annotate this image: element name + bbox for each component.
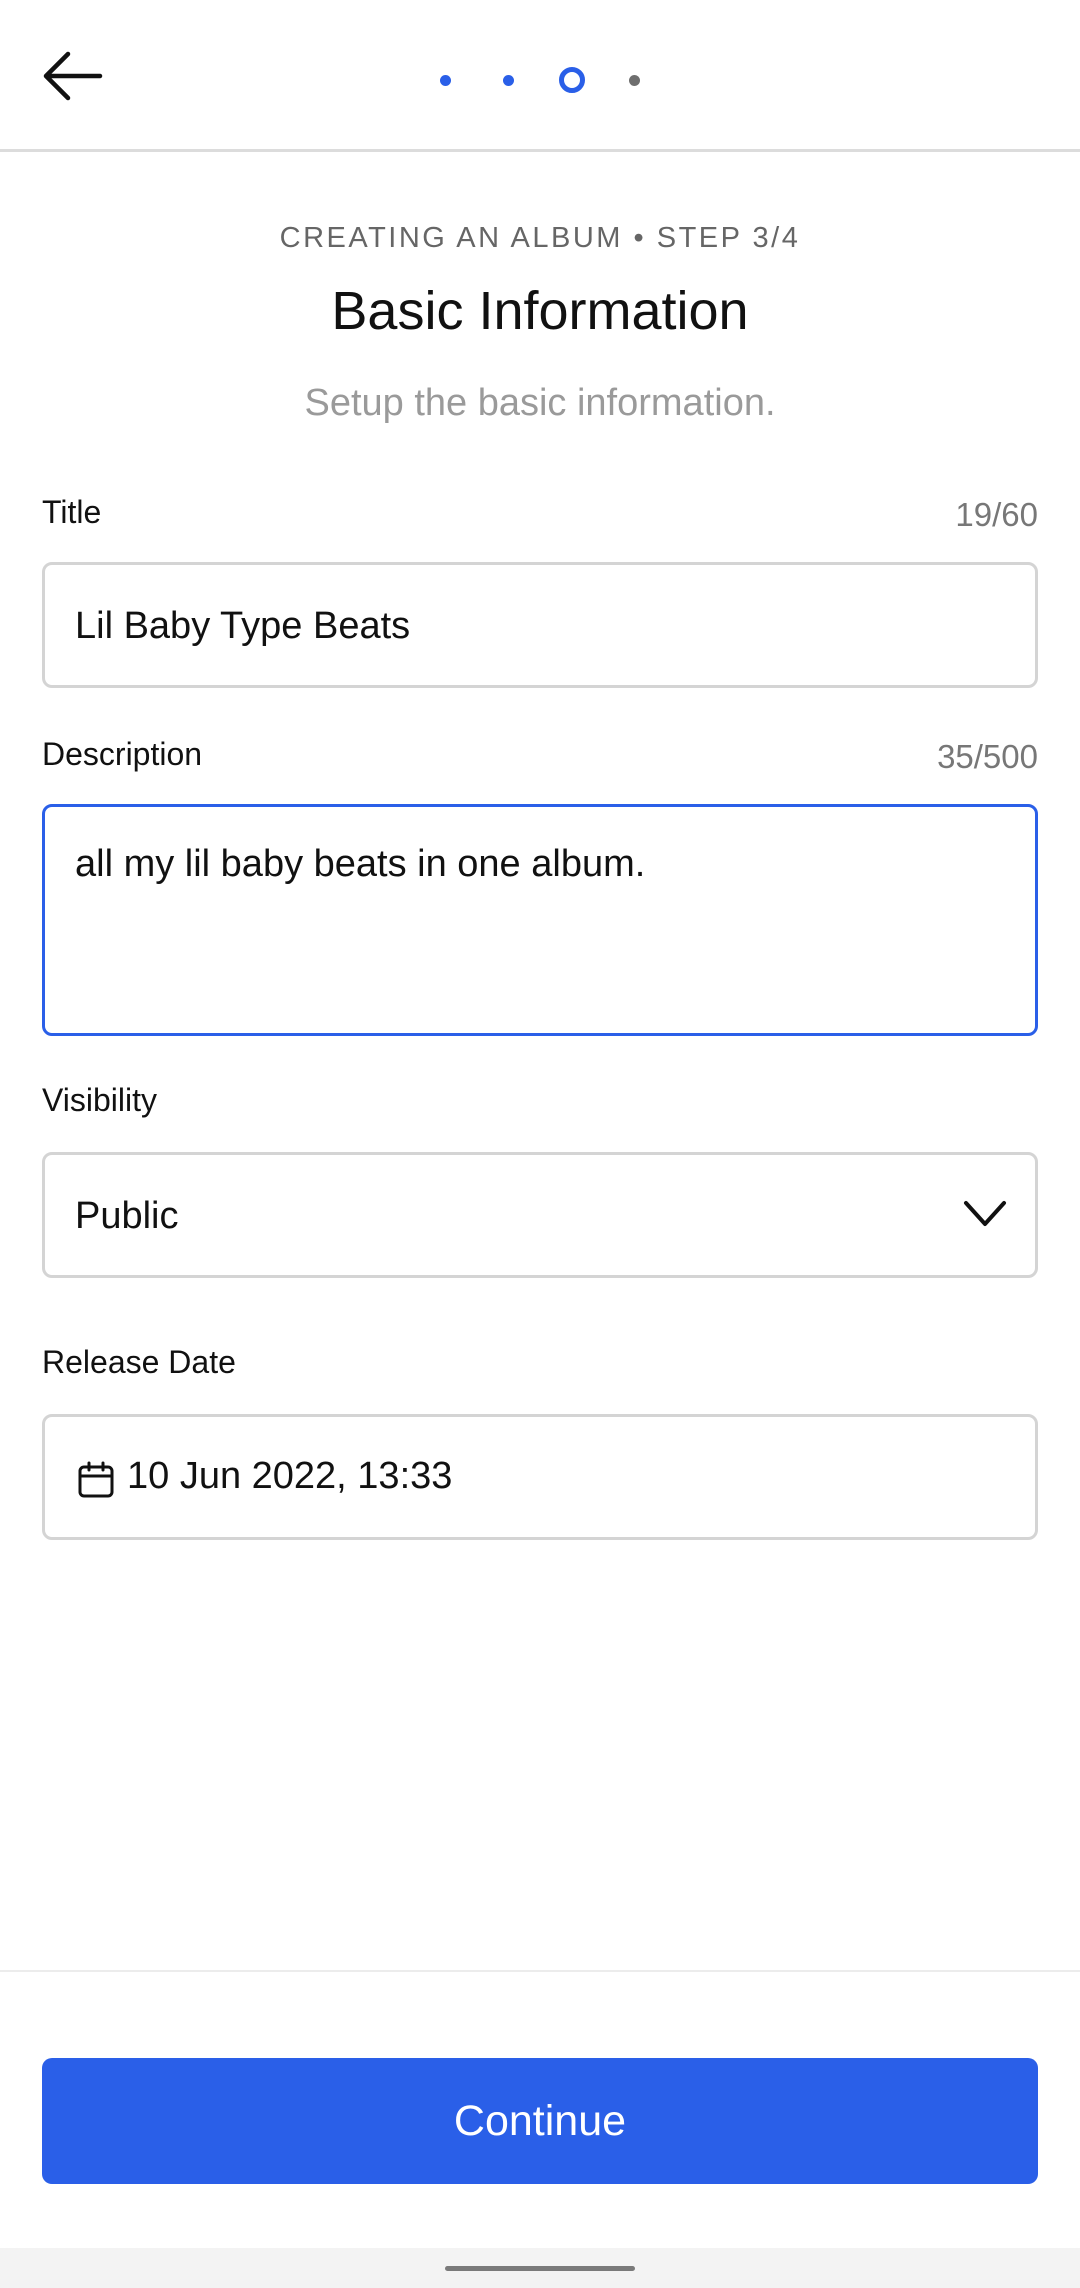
release-date-picker[interactable]: 10 Jun 2022, 13:33 <box>42 1414 1038 1540</box>
description-label: Description <box>42 736 203 772</box>
title-input[interactable]: Lil Baby Type Beats <box>42 562 1038 688</box>
description-char-counter: 35/500 <box>937 738 1038 775</box>
home-indicator[interactable] <box>445 2266 635 2271</box>
description-textarea[interactable]: all my lil baby beats in one album. <box>42 804 1038 1036</box>
top-bar <box>0 0 1080 152</box>
continue-button[interactable]: Continue <box>42 2058 1038 2184</box>
title-label: Title <box>42 494 102 530</box>
release-date-label: Release Date <box>42 1344 236 1380</box>
step-caption: CREATING AN ALBUM • STEP 3/4 <box>279 222 801 254</box>
visibility-selected-value: Public <box>75 1195 179 1237</box>
step-dot-1-done <box>440 75 451 86</box>
visibility-label: Visibility <box>42 1082 157 1118</box>
page-title: Basic Information <box>331 281 749 341</box>
description-textarea-value: all my lil baby beats in one album. <box>75 843 646 885</box>
page-subtitle: Setup the basic information. <box>304 382 776 424</box>
calendar-icon <box>78 1461 114 1498</box>
step-dot-2-done <box>503 75 514 86</box>
title-char-counter: 19/60 <box>955 496 1038 533</box>
chevron-down-icon <box>964 1201 1006 1226</box>
step-progress-indicator <box>0 62 1080 98</box>
visibility-select[interactable]: Public <box>42 1152 1038 1278</box>
system-navigation-area <box>0 2248 1080 2288</box>
step-dot-3-current <box>559 67 585 93</box>
release-date-value: 10 Jun 2022, 13:33 <box>127 1455 453 1497</box>
title-input-value: Lil Baby Type Beats <box>75 605 411 647</box>
step-dot-4-pending <box>629 75 640 86</box>
screen: CREATING AN ALBUM • STEP 3/4 Basic Infor… <box>0 0 1080 2288</box>
bottom-action-bar: Continue <box>0 1970 1080 2250</box>
